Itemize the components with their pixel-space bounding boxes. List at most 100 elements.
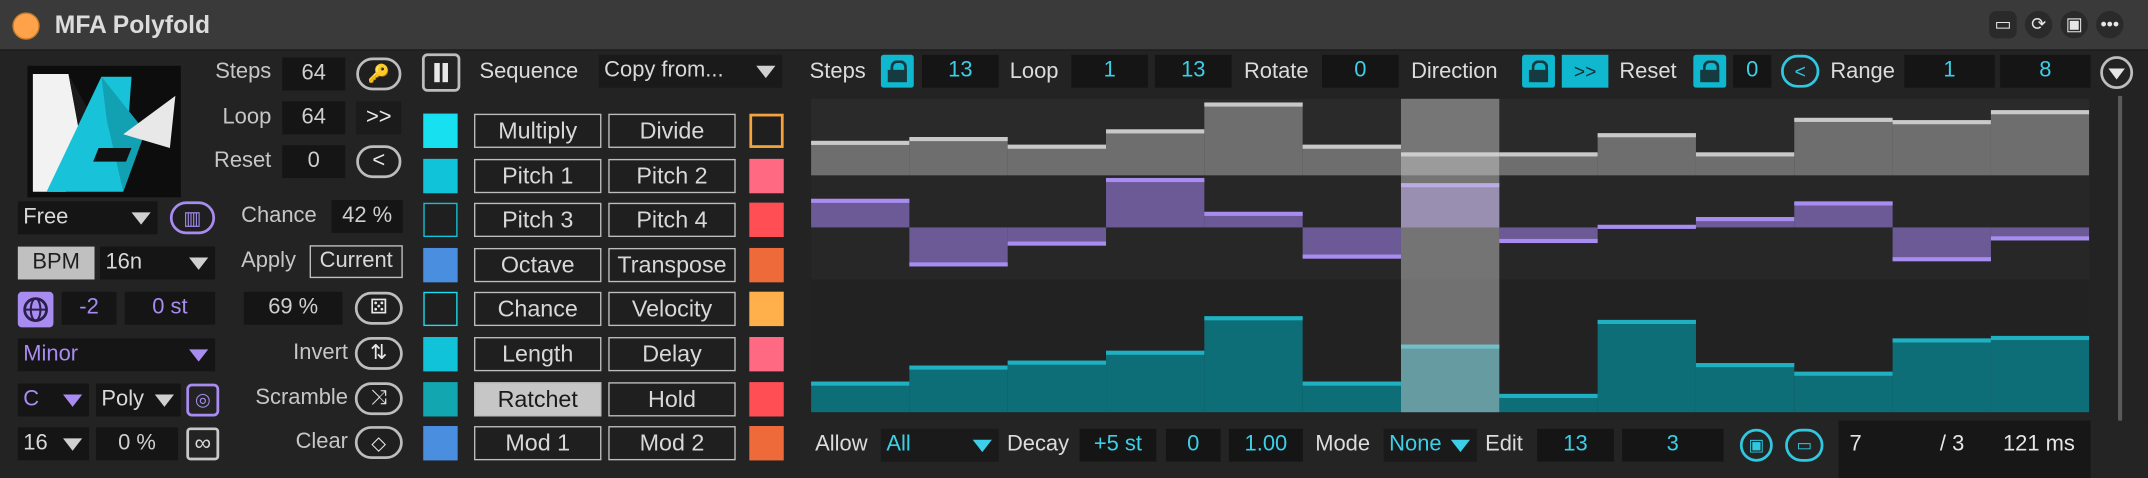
save-icon[interactable]: ▣ xyxy=(1739,428,1773,462)
mod-color-right-6[interactable] xyxy=(749,337,784,372)
mod-color-right-7[interactable] xyxy=(749,382,784,417)
edit-value-b[interactable]: 3 xyxy=(1622,428,1724,462)
teal-step-1[interactable] xyxy=(811,381,910,413)
purple-step-6[interactable] xyxy=(1302,227,1401,259)
bpm-toggle[interactable]: BPM xyxy=(17,246,95,280)
eraser-icon[interactable]: ◇ xyxy=(354,426,403,459)
mod-color-left-4[interactable] xyxy=(423,247,458,283)
more-options-icon[interactable]: ••• xyxy=(2096,10,2124,39)
mod-button-delay[interactable]: Delay xyxy=(608,337,736,372)
scale-select[interactable]: Minor xyxy=(17,338,216,372)
mod-button-ratchet[interactable]: Ratchet xyxy=(474,382,602,417)
save-preset-icon[interactable]: ▣ xyxy=(2060,10,2088,39)
drum-icon[interactable]: ◎ xyxy=(186,383,220,417)
range-max[interactable]: 8 xyxy=(2000,54,2091,88)
gray-step-11[interactable] xyxy=(1794,117,1893,176)
collapse-toggle[interactable] xyxy=(2100,56,2134,90)
invert-icon[interactable]: ⇅ xyxy=(354,337,403,370)
footer-mode-select[interactable]: None xyxy=(1383,428,1477,462)
rate-select[interactable]: 16n xyxy=(100,246,216,280)
seq-loop-start[interactable]: 1 xyxy=(1071,54,1149,88)
apply-target-button[interactable]: Current xyxy=(309,245,403,279)
mod-color-left-5[interactable] xyxy=(423,291,458,327)
rotate-value[interactable]: 0 xyxy=(1322,54,1399,88)
purple-step-2[interactable] xyxy=(909,227,1008,267)
length-select[interactable]: 16 xyxy=(17,427,90,461)
globe-icon[interactable] xyxy=(17,291,54,328)
lanes-graphic[interactable] xyxy=(811,98,2090,413)
teal-step-5[interactable] xyxy=(1204,316,1303,413)
transpose-value[interactable]: -2 xyxy=(61,291,117,325)
pause-button[interactable] xyxy=(421,53,461,92)
mod-color-left-2[interactable] xyxy=(423,158,458,194)
loop-direction-button[interactable]: >> xyxy=(356,101,402,135)
mod-button-hold[interactable]: Hold xyxy=(608,382,736,417)
mod-button-chance[interactable]: Chance xyxy=(474,291,602,327)
teal-step-3[interactable] xyxy=(1007,360,1107,413)
mod-color-right-4[interactable] xyxy=(749,247,784,283)
mod-button-pitch-1[interactable]: Pitch 1 xyxy=(474,158,602,194)
copy-from-select[interactable]: Copy from... xyxy=(598,54,783,88)
root-select[interactable]: C xyxy=(17,383,90,417)
mod-button-octave[interactable]: Octave xyxy=(474,247,602,283)
teal-step-13[interactable] xyxy=(1990,335,2090,413)
gray-step-12[interactable] xyxy=(1892,120,1991,176)
mod-color-left-7[interactable] xyxy=(423,382,458,417)
teal-step-11[interactable] xyxy=(1794,371,1893,413)
semitone-value[interactable]: 0 st xyxy=(124,291,216,325)
mod-button-transpose[interactable]: Transpose xyxy=(608,247,736,283)
mod-color-left-1[interactable] xyxy=(423,113,458,148)
gray-step-3[interactable] xyxy=(1007,144,1107,176)
direction-lock-icon[interactable] xyxy=(1522,54,1555,88)
infinity-icon[interactable]: ∞ xyxy=(186,427,220,461)
mod-color-right-1[interactable] xyxy=(749,113,784,148)
piano-icon[interactable]: ▥ xyxy=(169,201,216,235)
seq-reset-value[interactable]: 0 xyxy=(1733,54,1772,88)
gray-step-2[interactable] xyxy=(909,137,1008,176)
mod-button-velocity[interactable]: Velocity xyxy=(608,291,736,327)
mod-button-mod-1[interactable]: Mod 1 xyxy=(474,426,602,461)
probability-value[interactable]: 69 % xyxy=(243,291,343,325)
purple-step-1[interactable] xyxy=(811,198,910,228)
mod-color-right-8[interactable] xyxy=(749,426,784,461)
teal-step-10[interactable] xyxy=(1695,363,1795,413)
reset-lock-icon[interactable] xyxy=(1693,54,1727,88)
sync-icon[interactable]: ⟳ xyxy=(2024,10,2053,39)
teal-step-9[interactable] xyxy=(1597,319,1696,413)
seq-loop-end[interactable]: 13 xyxy=(1154,54,1232,88)
mod-color-right-5[interactable] xyxy=(749,291,784,327)
decay-amount-b[interactable]: 1.00 xyxy=(1228,428,1303,462)
gray-step-9[interactable] xyxy=(1597,133,1696,176)
key-icon[interactable]: 🔑 xyxy=(356,57,402,91)
gray-step-6[interactable] xyxy=(1302,144,1401,176)
mod-button-multiply[interactable]: Multiply xyxy=(474,113,602,148)
mod-button-mod-2[interactable]: Mod 2 xyxy=(608,426,736,461)
mode-select[interactable]: Free xyxy=(17,201,158,235)
loop-value[interactable]: 64 xyxy=(282,101,346,135)
gray-step-1[interactable] xyxy=(811,140,910,176)
edit-value-a[interactable]: 13 xyxy=(1537,428,1614,462)
device-power-toggle[interactable] xyxy=(12,12,40,40)
mod-button-pitch-4[interactable]: Pitch 4 xyxy=(608,202,736,238)
allow-select[interactable]: All xyxy=(880,428,999,462)
steps-lock-icon[interactable] xyxy=(880,54,914,88)
scrollbar-track[interactable] xyxy=(2118,95,2123,464)
purple-step-12[interactable] xyxy=(1892,227,1991,262)
folder-icon[interactable]: ▭ xyxy=(1785,428,1824,462)
steps-value[interactable]: 64 xyxy=(282,57,346,91)
mod-button-pitch-3[interactable]: Pitch 3 xyxy=(474,202,602,238)
decay-amount-a[interactable]: 0 xyxy=(1165,428,1221,462)
mod-color-left-3[interactable] xyxy=(423,202,458,238)
purple-step-4[interactable] xyxy=(1106,177,1205,228)
seq-steps-value[interactable]: 13 xyxy=(922,54,999,88)
clip-view-icon[interactable]: ▭ xyxy=(1989,10,2017,39)
teal-step-12[interactable] xyxy=(1892,338,1991,413)
mod-button-pitch-2[interactable]: Pitch 2 xyxy=(608,158,736,194)
gray-step-5[interactable] xyxy=(1204,102,1303,176)
mod-button-length[interactable]: Length xyxy=(474,337,602,372)
mod-color-right-3[interactable] xyxy=(749,202,784,238)
mod-color-right-2[interactable] xyxy=(749,158,784,194)
direction-button[interactable]: >> xyxy=(1561,54,1609,88)
percent-value[interactable]: 0 % xyxy=(95,427,179,461)
reset-value[interactable]: 0 xyxy=(282,145,346,179)
